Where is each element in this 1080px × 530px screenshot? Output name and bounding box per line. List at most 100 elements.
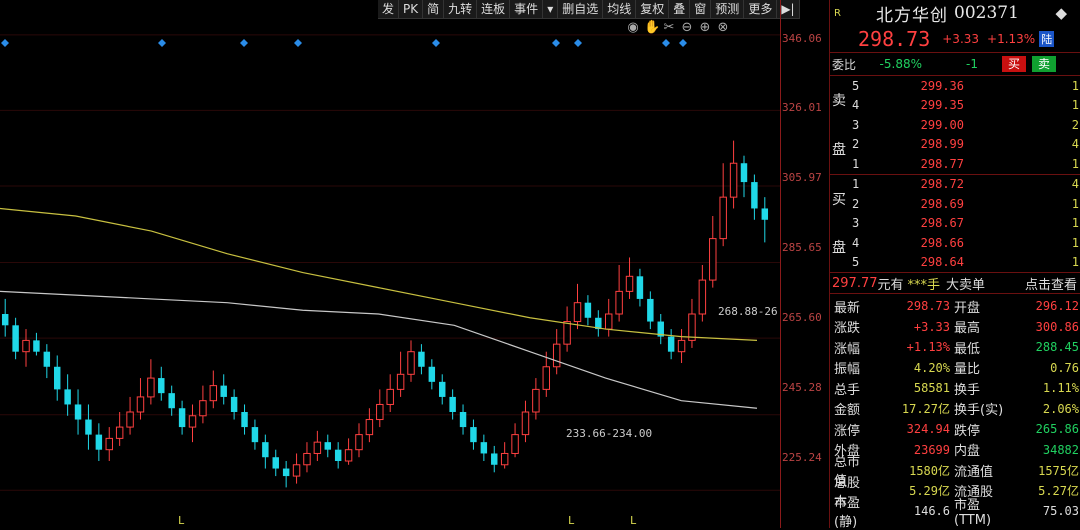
event-marker-icon[interactable] — [1, 39, 9, 47]
toolbar-item[interactable]: 预测 — [711, 0, 745, 18]
ask-side-label: 卖 盘 — [830, 76, 848, 173]
level-num: 2 — [852, 137, 860, 152]
stat-label: 金额 — [834, 403, 861, 419]
level-price: 299.00 — [920, 117, 964, 132]
candle-body — [105, 437, 113, 451]
low-range-tag: 233.66-234.00 — [566, 427, 653, 440]
toolbar-item[interactable]: 删自选 — [558, 0, 604, 18]
event-marker-icon[interactable] — [240, 39, 248, 47]
weicha-value: -1 — [966, 57, 978, 71]
candle-body — [439, 381, 446, 397]
bids-level-row[interactable]: 3 298.67 1 — [830, 214, 1080, 234]
event-marker-icon[interactable] — [294, 39, 302, 47]
close-icon[interactable]: ⊗ — [716, 20, 730, 35]
stat-value: 2.06% — [1042, 401, 1079, 416]
event-marker-icon[interactable] — [158, 39, 166, 47]
candle-body — [158, 378, 165, 394]
toolbar-item[interactable]: 窗 — [690, 0, 712, 18]
scissors-icon[interactable]: ✂ — [662, 20, 676, 35]
toolbar-item[interactable]: 更多 — [744, 0, 778, 18]
toolbar-item[interactable]: 发 — [378, 0, 400, 18]
toolbar-item[interactable]: 叠 — [669, 0, 691, 18]
candle-body — [355, 434, 363, 451]
asks-level-row[interactable]: 2 298.99 4 — [830, 135, 1080, 155]
toolbar-item[interactable]: 均线 — [603, 0, 637, 18]
level-volume: 1 — [1071, 235, 1079, 250]
stock-name: 北方华创 — [876, 5, 948, 26]
asks-level-row[interactable]: 5 299.36 1 — [830, 76, 1080, 96]
event-marker-icon[interactable] — [432, 39, 440, 47]
candle-body — [282, 468, 290, 477]
toolbar-item[interactable]: 事件 — [510, 0, 544, 18]
candle-body — [521, 411, 530, 436]
buy-button[interactable]: 买 — [1002, 56, 1027, 72]
kline-chart[interactable] — [0, 0, 780, 528]
toolbar-item[interactable]: ▾ — [543, 0, 559, 18]
candle-body — [147, 377, 155, 398]
level-num: 2 — [852, 196, 860, 211]
stat-label: 换手(实) — [954, 403, 1004, 419]
bids-level-row[interactable]: 5 298.64 1 — [830, 253, 1080, 273]
zoom-out-icon[interactable]: ⊖ — [680, 20, 694, 35]
candle-body — [542, 366, 551, 390]
quote-summary: 298.73 +3.33 +1.13% 陆 — [830, 26, 1080, 53]
bids-level-row[interactable]: 2 298.69 1 — [830, 194, 1080, 214]
quote-header: R 北方华创 002371 ◆ — [830, 0, 1080, 26]
candle-body — [677, 339, 686, 353]
asks-level-row[interactable]: 4 299.35 1 — [830, 96, 1080, 116]
candle-body — [230, 396, 238, 412]
event-marker-icon[interactable] — [552, 39, 560, 47]
candle-body — [729, 162, 738, 198]
zoom-in-icon[interactable]: ⊕ — [698, 20, 712, 35]
stat-row: 涨跌 +3.33 最高 300.86 — [830, 317, 1080, 338]
toolbar-item[interactable]: 连板 — [477, 0, 511, 18]
stat-label: 量比 — [954, 362, 981, 378]
candle-body — [761, 208, 769, 220]
kline-chart-area[interactable]: 发 PK 简九转 连板 事件 ▾ 删自选 均线 复权叠窗预测 更多 ▶| ◉ ✋ ✂ ⊖ ⊕ ⊗ 268.88… — [0, 0, 800, 528]
bids-level-row[interactable]: 4 298.66 1 — [830, 233, 1080, 253]
big-trade-unit: 元有 — [877, 277, 904, 293]
ytick-label: 346.06 — [782, 32, 822, 45]
candle-body — [459, 412, 467, 428]
candle-body — [698, 279, 707, 315]
stat-value: +3.33 — [913, 319, 950, 334]
level-volume: 1 — [1071, 196, 1079, 211]
candle-body — [1, 314, 9, 326]
candle-body — [625, 275, 634, 292]
ma-line — [0, 207, 758, 341]
candle-body — [386, 388, 394, 405]
eye-icon[interactable]: ◉ — [626, 20, 640, 35]
view-details-link[interactable]: 点击查看 — [1025, 274, 1077, 293]
bids-level-row[interactable]: 1 298.72 4 — [830, 175, 1080, 195]
ytick-label: 326.01 — [782, 101, 822, 114]
toolbar-item[interactable]: 简 — [423, 0, 445, 18]
toolbar-item[interactable]: 九转 — [444, 0, 478, 18]
candle-body — [251, 427, 259, 443]
candle-body — [115, 426, 124, 439]
stat-label: 市盈(TTM) — [954, 498, 992, 529]
stat-label: 涨跌 — [834, 321, 861, 337]
candle-body — [740, 163, 748, 183]
switch-stock-icon[interactable]: ◆ — [1055, 4, 1067, 22]
event-marker-icon[interactable] — [679, 39, 687, 47]
stat-label: 最新 — [834, 300, 861, 316]
toolbar-item[interactable]: PK — [399, 0, 424, 18]
candle-body — [604, 313, 613, 330]
chart-tools: ◉ ✋ ✂ ⊖ ⊕ ⊗ — [626, 20, 730, 35]
level-num: 5 — [852, 255, 860, 270]
toolbar-item[interactable]: 复权 — [636, 0, 670, 18]
stat-value: 75.03 — [1042, 504, 1079, 519]
event-marker-icon[interactable] — [574, 39, 582, 47]
candle-body — [647, 298, 654, 322]
hand-icon[interactable]: ✋ — [644, 20, 660, 35]
event-marker-icon[interactable] — [662, 39, 670, 47]
weibi-label: 委比 — [832, 57, 857, 72]
stat-row: 金额 17.27亿 换手(实) 2.06% — [830, 399, 1080, 420]
stat-row: 振幅 4.20% 量比 0.76 — [830, 358, 1080, 379]
stats-table: 最新 298.73 开盘 296.12 涨跌 +3.33 最高 300.86 涨幅 +1.13% 最… — [830, 294, 1080, 530]
asks-level-row[interactable]: 3 299.00 2 — [830, 115, 1080, 135]
asks-level-row[interactable]: 1 298.77 1 — [830, 154, 1080, 174]
level-volume: 1 — [1071, 78, 1079, 93]
sell-button[interactable]: 卖 — [1032, 56, 1057, 72]
high-range-tag: 268.88-26 — [718, 305, 778, 318]
